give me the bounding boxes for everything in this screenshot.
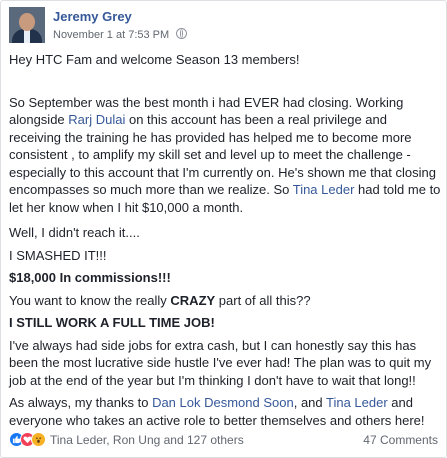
post-meta: November 1 at 7:53 PM [53,28,188,41]
avatar-face [19,13,35,31]
globe-icon [176,28,188,39]
avatar[interactable] [9,7,45,43]
timestamp[interactable]: November 1 at 7:53 PM [53,29,169,41]
mention-tina-leder[interactable]: Tina Leder [293,182,355,197]
avatar-shirt [24,29,30,43]
thanks-text: As always, my thanks to [9,395,153,410]
mention-rarj-dulai[interactable]: Rarj Dulai [68,112,125,127]
line-smashed: I SMASHED IT!!! [9,247,107,263]
line-reach: Well, I didn't reach it.... [9,225,140,240]
mention-dan-lok[interactable]: Dan Lok Desmond Soon [152,395,294,410]
paragraph-thanks: As always, my thanks to Dan Lok Desmond … [9,394,441,429]
crazy-text-end: part of all this?? [215,292,311,308]
paragraph-side-jobs: I've always had side jobs for extra cash… [9,337,432,388]
crazy-text-start: You want to know the really [9,292,171,308]
post-footer: Tina Leder, Ron Ung and 127 others 47 Co… [9,431,438,451]
facebook-post: Jeremy Grey November 1 at 7:53 PM Hey HT… [0,0,447,458]
author-name[interactable]: Jeremy Grey [53,9,132,24]
wow-icon [31,432,46,447]
line-fulltime: I STILL WORK A FULL TIME JOB! [9,315,215,330]
crazy-bold: CRAZY [170,292,216,308]
greeting-text: Hey HTC Fam and welcome Season 13 member… [9,52,300,67]
reactions-summary[interactable]: Tina Leder, Ron Ung and 127 others [50,433,244,447]
mention-tina-leder-2[interactable]: Tina Leder [326,395,388,410]
comments-count[interactable]: 47 Comments [363,433,438,447]
line-crazy: You want to know the really CRAZY part o… [9,292,441,310]
post-body: Hey HTC Fam and welcome Season 13 member… [9,47,441,429]
thanks-text: , and [293,395,327,410]
line-commissions: $18,000 In commissions!!! [9,270,171,285]
paragraph-september: So September was the best month i had EV… [9,94,441,217]
